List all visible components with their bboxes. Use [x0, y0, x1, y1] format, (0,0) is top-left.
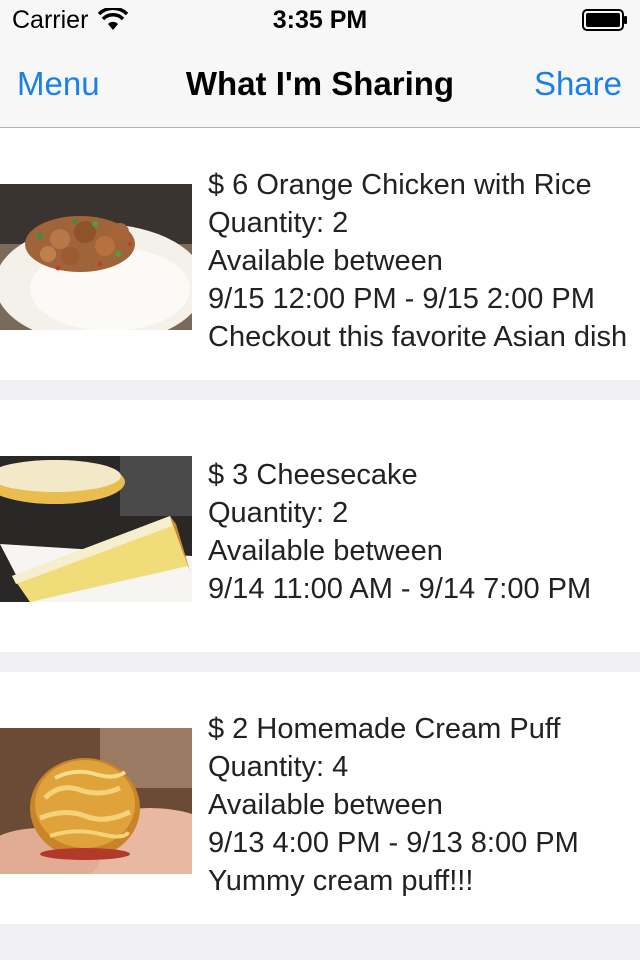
item-details: $ 6 Orange Chicken with Rice Quantity: 2…	[208, 166, 627, 356]
battery-icon	[582, 9, 627, 31]
list-item[interactable]: $ 2 Homemade Cream Puff Quantity: 4 Avai…	[0, 672, 640, 924]
item-quantity: Quantity: 2	[208, 207, 349, 239]
item-photo	[0, 456, 192, 602]
status-time: 3:35 PM	[272, 6, 368, 34]
item-details: $ 2 Homemade Cream Puff Quantity: 4 Avai…	[208, 710, 579, 900]
item-title: $ 6 Orange Chicken with Rice	[208, 169, 592, 201]
item-title: $ 3 Cheesecake	[208, 459, 418, 491]
item-quantity: Quantity: 4	[208, 751, 349, 783]
item-details: $ 3 Cheesecake Quantity: 2 Available bet…	[208, 456, 591, 608]
list-item[interactable]: $ 6 Orange Chicken with Rice Quantity: 2…	[0, 128, 640, 380]
status-bar: Carrier 3:35 PM	[0, 0, 640, 40]
navigation-bar: Menu What I'm Sharing Share	[0, 40, 640, 128]
item-available-label: Available between	[208, 245, 443, 277]
item-available-label: Available between	[208, 535, 443, 567]
item-time-range: 9/14 11:00 AM - 9/14 7:00 PM	[208, 573, 592, 605]
item-description: Yummy cream puff!!!	[208, 865, 474, 897]
item-description: Checkout this favorite Asian dish	[208, 321, 628, 353]
list-item[interactable]: $ 3 Cheesecake Quantity: 2 Available bet…	[0, 400, 640, 652]
item-time-range: 9/15 12:00 PM - 9/15 2:00 PM	[208, 283, 595, 315]
item-photo	[0, 184, 192, 330]
item-photo	[0, 728, 192, 874]
item-available-label: Available between	[208, 789, 443, 821]
item-quantity: Quantity: 2	[208, 497, 349, 529]
item-title: $ 2 Homemade Cream Puff	[208, 713, 561, 745]
item-time-range: 9/13 4:00 PM - 9/13 8:00 PM	[208, 827, 579, 859]
screen: Carrier 3:35 PM Menu What I'm Sharing Sh…	[0, 0, 640, 960]
share-button[interactable]: Share	[534, 64, 622, 104]
